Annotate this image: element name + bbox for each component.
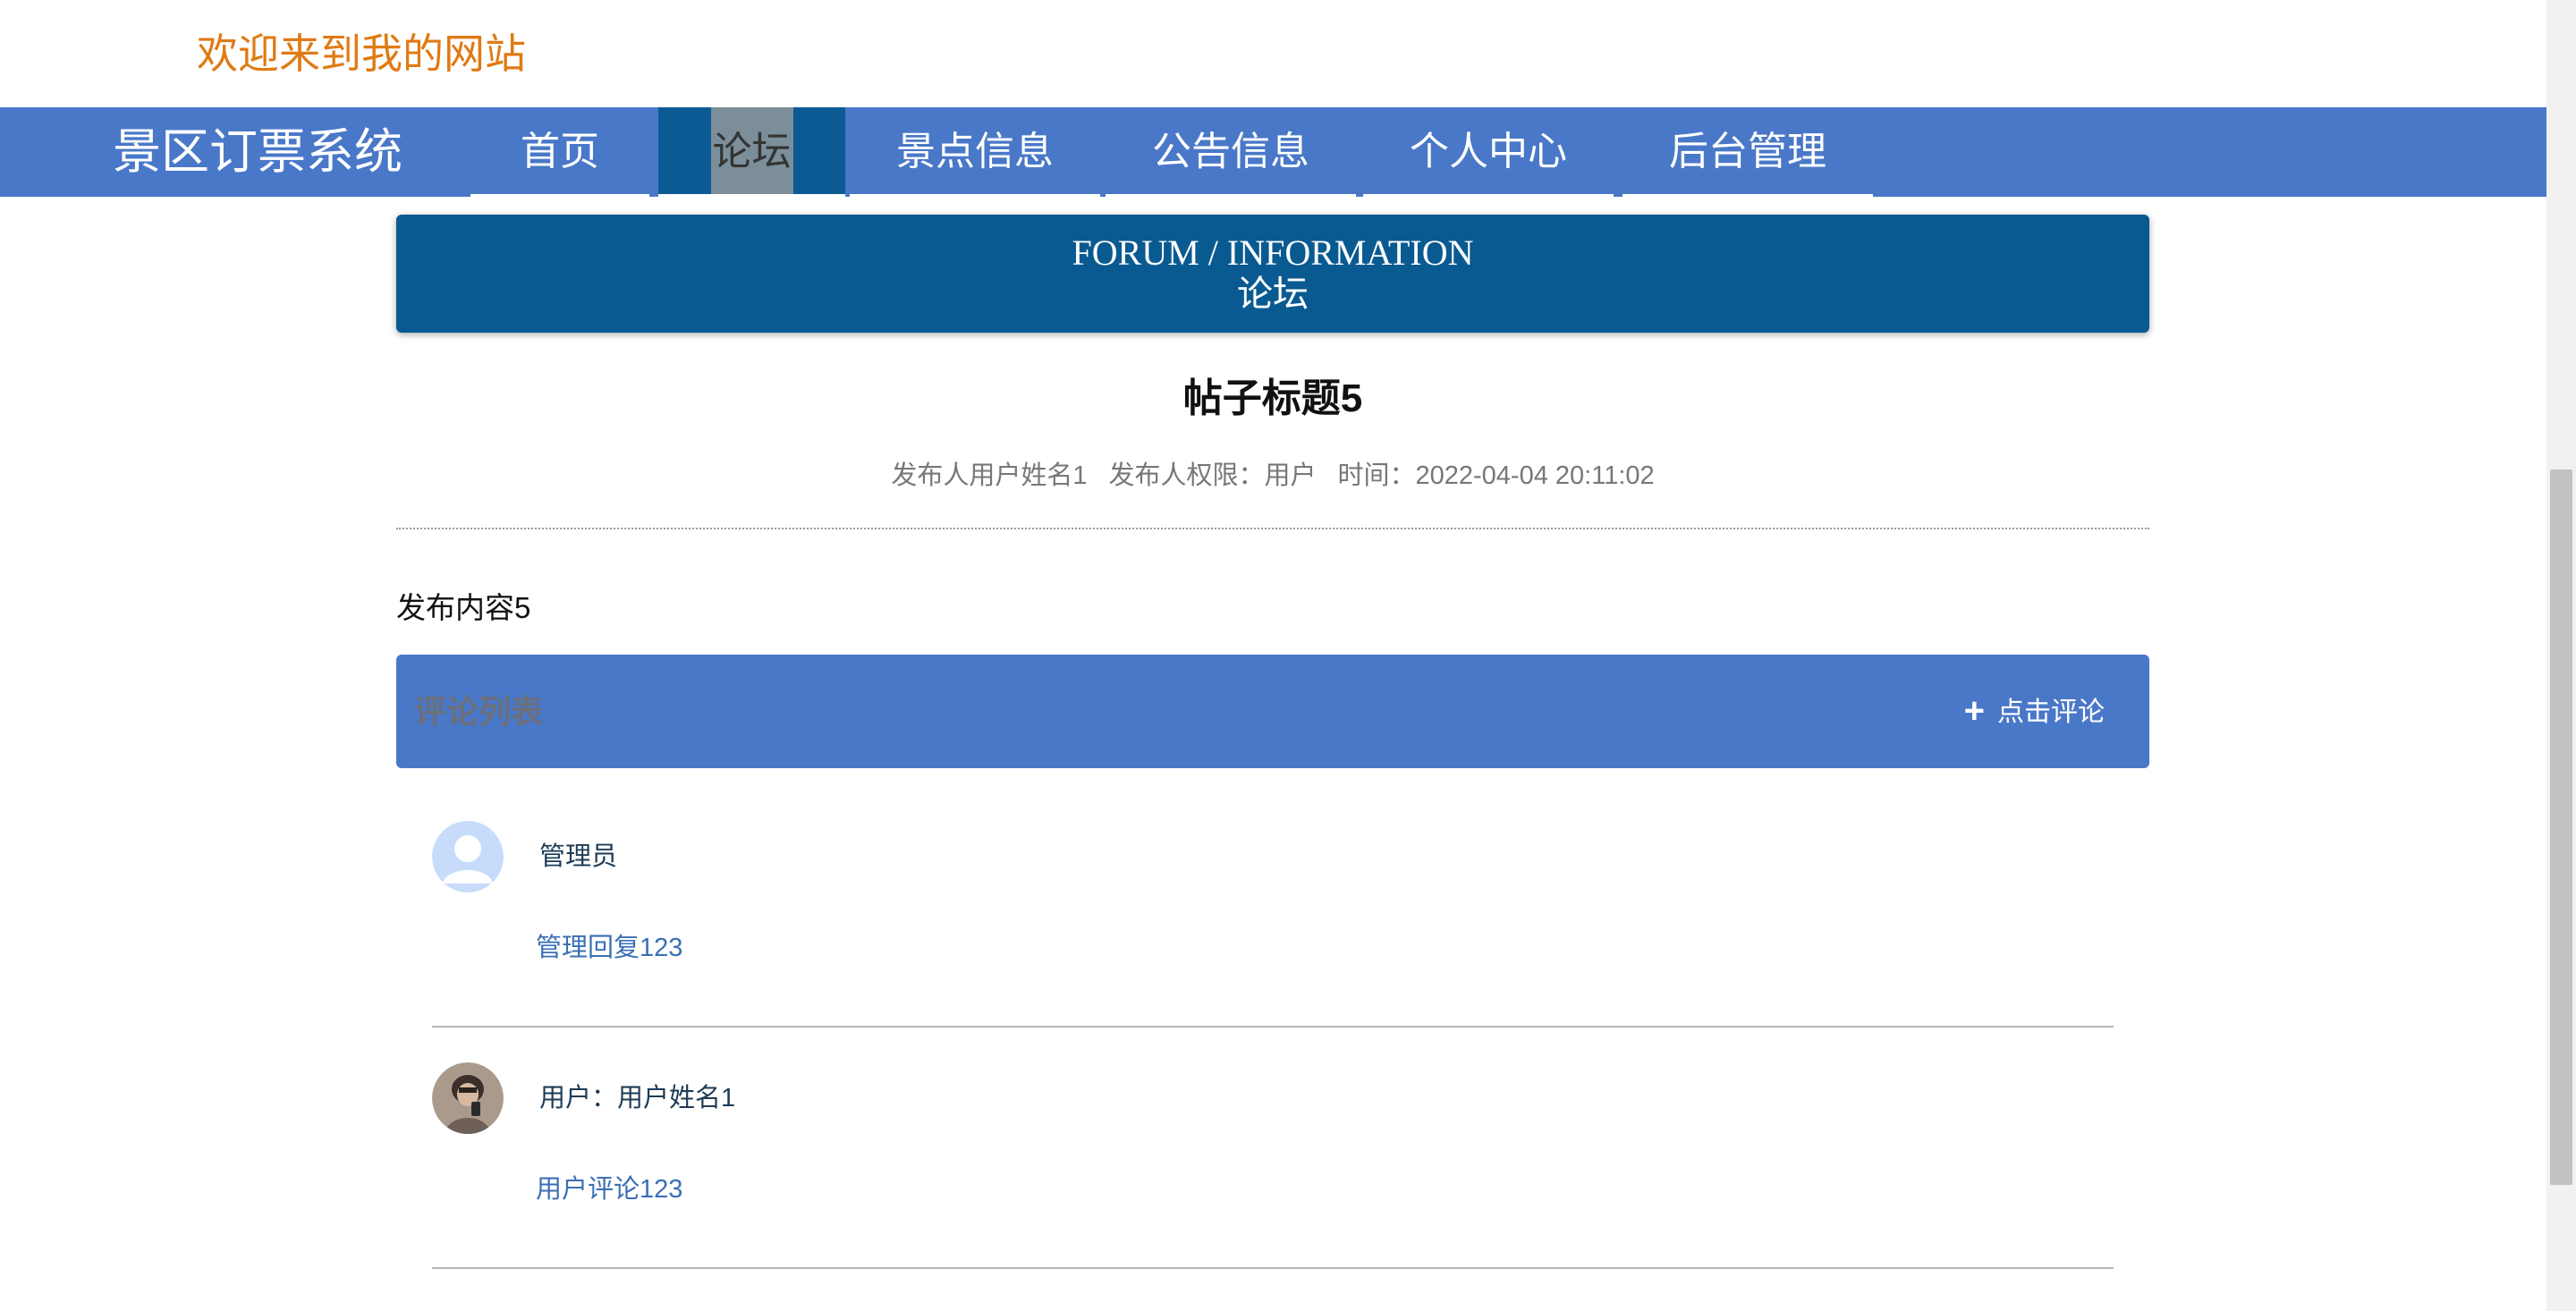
nav-item-forum[interactable]: 论坛 [658, 107, 845, 197]
main-navbar: 景区订票系统 首页 论坛 景点信息 公告信息 个人中心 后台管理 [0, 107, 2546, 197]
nav-item-profile[interactable]: 个人中心 [1363, 107, 1614, 197]
nav-item-label: 论坛 [710, 107, 793, 197]
comment-divider [432, 1267, 2114, 1269]
nav-underline [1363, 194, 1614, 197]
post-meta: 发布人用户姓名1 发布人权限：用户 时间：2022-04-04 20:11:02 [396, 458, 2149, 494]
user-photo-avatar-icon [432, 1062, 504, 1134]
nav-item-announcements[interactable]: 公告信息 [1106, 107, 1356, 197]
post-title: 帖子标题5 [1182, 376, 1363, 420]
nav-underline [658, 194, 845, 197]
plus-icon: + [1963, 691, 1985, 731]
post-content: 发布内容5 [396, 591, 531, 624]
post-divider [396, 528, 2149, 529]
site-brand: 景区订票系统 [113, 125, 402, 179]
banner-title-cn: 论坛 [1237, 274, 1309, 314]
banner-title-en: FORUM / INFORMATION [1072, 233, 1474, 273]
post-role: 发布人权限：用户 [1108, 461, 1317, 490]
welcome-text: 欢迎来到我的网站 [197, 30, 526, 77]
add-comment-label: 点击评论 [1997, 698, 2105, 727]
post-time: 时间：2022-04-04 20:11:02 [1337, 461, 1655, 490]
nav-underline [850, 194, 1100, 197]
comment-author: 管理员 [539, 842, 618, 871]
comment-author: 用户：用户姓名1 [539, 1084, 736, 1112]
nav-item-admin[interactable]: 后台管理 [1623, 107, 1873, 197]
add-comment-button[interactable]: + 点击评论 [1964, 655, 2105, 768]
comments-title: 评论列表 [414, 693, 544, 730]
comment-divider [432, 1026, 2114, 1028]
post-author: 发布人用户姓名1 [891, 461, 1088, 490]
nav-item-label: 公告信息 [1152, 130, 1309, 173]
nav-item-attractions[interactable]: 景点信息 [850, 107, 1100, 197]
nav-item-home[interactable]: 首页 [470, 107, 649, 197]
default-user-avatar-icon [432, 821, 504, 892]
nav-item-label: 后台管理 [1669, 130, 1826, 173]
page-scrollbar[interactable] [2546, 0, 2576, 1311]
nav-underline [1106, 194, 1356, 197]
comment-text: 管理回复123 [536, 934, 683, 962]
comment-text: 用户评论123 [536, 1175, 683, 1204]
page-banner: FORUM / INFORMATION 论坛 [396, 215, 2149, 333]
nav-item-label: 景点信息 [896, 130, 1054, 173]
nav-item-label: 首页 [521, 130, 599, 173]
nav-underline [470, 194, 649, 197]
nav-item-label: 个人中心 [1410, 130, 1567, 173]
scrollbar-thumb[interactable] [2550, 469, 2572, 1185]
nav-underline [1623, 194, 1873, 197]
comments-header: 评论列表 + 点击评论 [396, 655, 2149, 768]
